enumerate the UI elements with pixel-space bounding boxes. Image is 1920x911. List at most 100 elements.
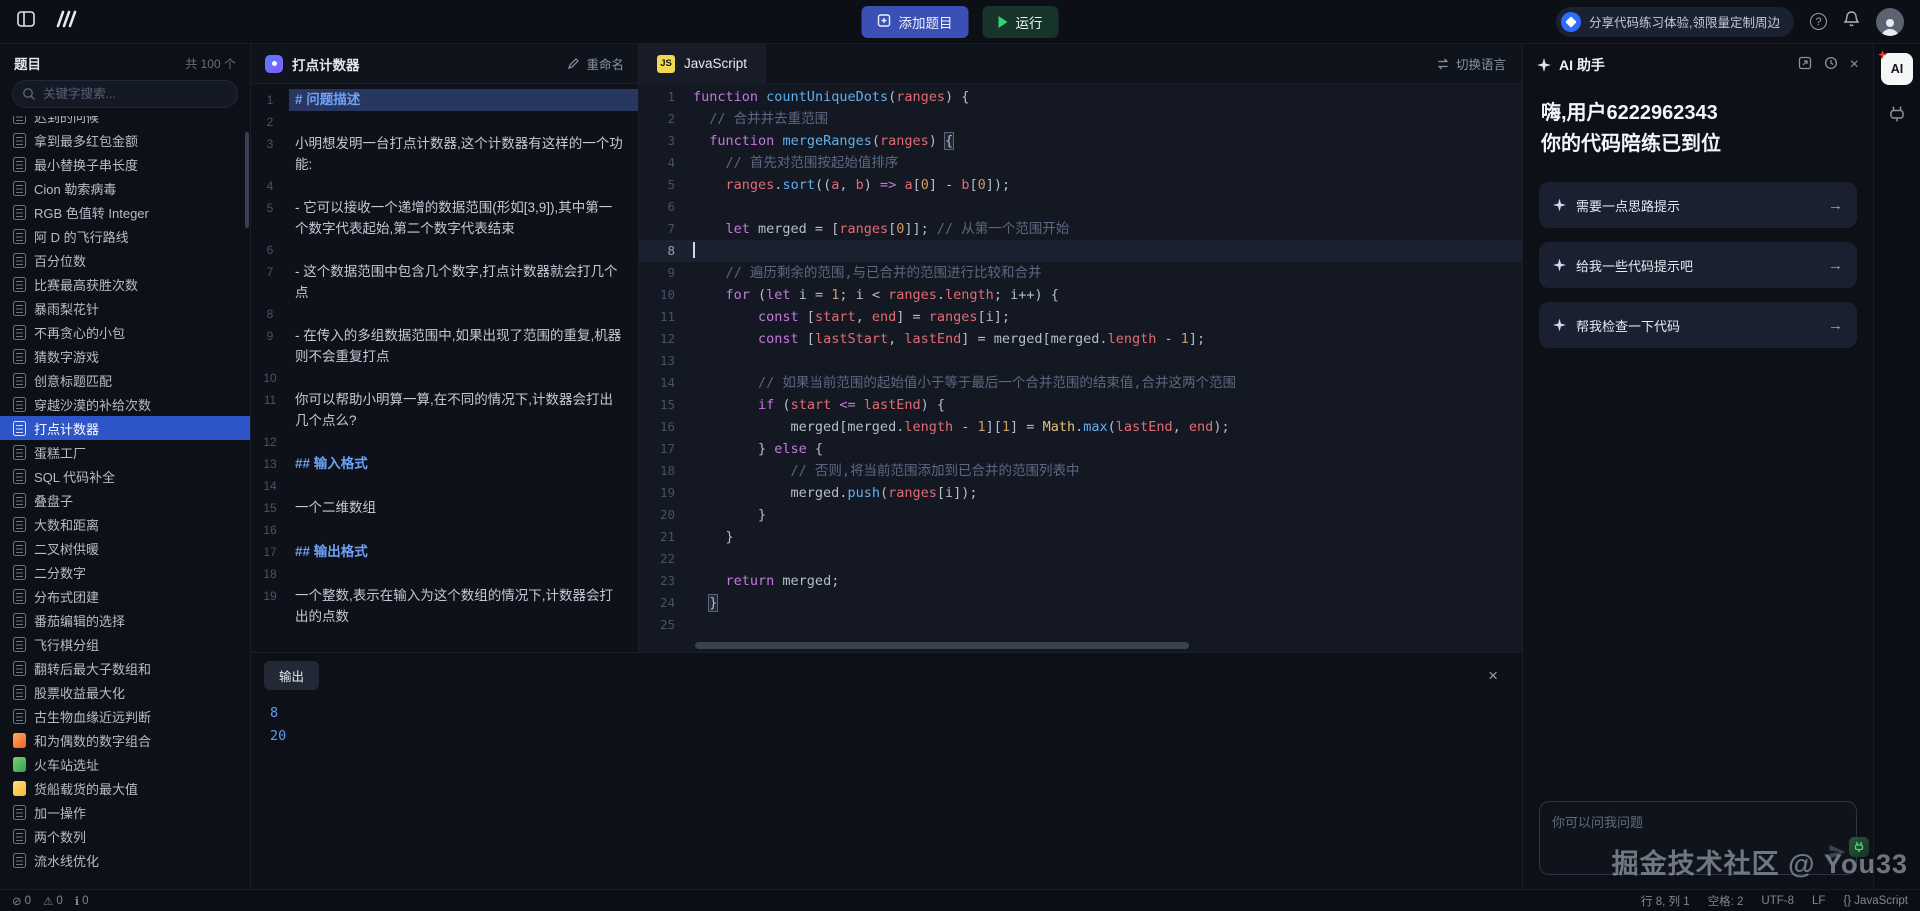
code-line[interactable]: 9 // 遍历剩余的范围,与已合并的范围进行比较和合并: [639, 262, 1522, 284]
markdown-line[interactable]: 9- 在传入的多组数据范围中,如果出现了范围的重复,机器则不会重复打点: [251, 325, 638, 367]
sidebar-item[interactable]: 阿 D 的飞行路线: [0, 224, 250, 248]
code-line[interactable]: 19 merged.push(ranges[i]);: [639, 482, 1522, 504]
sidebar-item[interactable]: 加一操作: [0, 800, 250, 824]
status-item[interactable]: LF: [1812, 895, 1825, 907]
sidebar-item[interactable]: 创意标题匹配: [0, 368, 250, 392]
code-line[interactable]: 17 } else {: [639, 438, 1522, 460]
sidebar-item[interactable]: 拿到最多红包金额: [0, 128, 250, 152]
sidebar-item[interactable]: 和为偶数的数字组合: [0, 728, 250, 752]
code-line[interactable]: 7 let merged = [ranges[0]]; // 从第一个范围开始: [639, 218, 1522, 240]
search-input[interactable]: [12, 80, 238, 108]
send-icon[interactable]: [1827, 842, 1847, 867]
markdown-body[interactable]: 1# 问题描述23小明想发明一台打点计数器,这个计数器有这样的一个功能:45- …: [251, 84, 638, 652]
code-line[interactable]: 23 return merged;: [639, 570, 1522, 592]
user-avatar[interactable]: [1876, 8, 1904, 36]
code-line[interactable]: 21 }: [639, 526, 1522, 548]
status-item[interactable]: UTF-8: [1761, 895, 1794, 907]
sidebar-item[interactable]: 二分数字: [0, 560, 250, 584]
markdown-line[interactable]: 4: [251, 175, 638, 197]
output-tab[interactable]: 输出: [264, 661, 319, 690]
code-line[interactable]: 2 // 合并并去重范围: [639, 108, 1522, 130]
markdown-line[interactable]: 14: [251, 475, 638, 497]
sidebar-scrollbar[interactable]: [245, 132, 249, 228]
markdown-line[interactable]: 12: [251, 431, 638, 453]
open-window-icon[interactable]: [1798, 56, 1812, 75]
sidebar-item[interactable]: 大数和距离: [0, 512, 250, 536]
ai-close-icon[interactable]: ×: [1850, 56, 1859, 74]
status-item[interactable]: 行 8, 列 1: [1641, 893, 1690, 909]
markdown-line[interactable]: 6: [251, 239, 638, 261]
sidebar-item[interactable]: 货船载货的最大值: [0, 776, 250, 800]
code-line[interactable]: 5 ranges.sort((a, b) => a[0] - b[0]);: [639, 174, 1522, 196]
output-close-icon[interactable]: ×: [1488, 667, 1498, 684]
markdown-line[interactable]: 19一个整数,表示在输入为这个数组的情况下,计数器会打出的点数: [251, 585, 638, 627]
ai-suggestion-card[interactable]: 帮我检查一下代码→: [1539, 302, 1857, 348]
markdown-line[interactable]: 18: [251, 563, 638, 585]
code-line[interactable]: 6: [639, 196, 1522, 218]
plugin-shortcut-icon[interactable]: [1849, 837, 1869, 857]
history-icon[interactable]: [1824, 56, 1838, 75]
bell-icon[interactable]: [1843, 10, 1860, 33]
horizontal-scrollbar[interactable]: [695, 642, 1189, 649]
markdown-line[interactable]: 2: [251, 111, 638, 133]
sidebar-item[interactable]: 分布式团建: [0, 584, 250, 608]
markdown-line[interactable]: 3小明想发明一台打点计数器,这个计数器有这样的一个功能:: [251, 133, 638, 175]
status-item[interactable]: 空格: 2: [1708, 893, 1744, 909]
markdown-line[interactable]: 5- 它可以接收一个递增的数据范围(形如[3,9]),其中第一个数字代表起始,第…: [251, 197, 638, 239]
switch-language-button[interactable]: 切换语言: [1436, 54, 1522, 73]
markdown-line[interactable]: 7- 这个数据范围中包含几个数字,打点计数器就会打几个点: [251, 261, 638, 303]
code-line[interactable]: 20 }: [639, 504, 1522, 526]
promo-banner[interactable]: 分享代码练习体验,领限量定制周边: [1556, 7, 1794, 37]
ai-assistant-launcher[interactable]: AI: [1881, 53, 1913, 85]
code-line[interactable]: 18 // 否则,将当前范围添加到已合并的范围列表中: [639, 460, 1522, 482]
code-line[interactable]: 22: [639, 548, 1522, 570]
code-line[interactable]: 24 }: [639, 592, 1522, 614]
code-line[interactable]: 12 const [lastStart, lastEnd] = merged[m…: [639, 328, 1522, 350]
tab-javascript[interactable]: JS JavaScript: [639, 44, 766, 84]
sidebar-item[interactable]: 最小替换子串长度: [0, 152, 250, 176]
code-line[interactable]: 3 function mergeRanges(ranges) {: [639, 130, 1522, 152]
code-line[interactable]: 8: [639, 240, 1522, 262]
sidebar-item[interactable]: 股票收益最大化: [0, 680, 250, 704]
problem-tab[interactable]: 打点计数器: [251, 54, 360, 74]
sidebar-item[interactable]: SQL 代码补全: [0, 464, 250, 488]
code-line[interactable]: 10 for (let i = 1; i < ranges.length; i+…: [639, 284, 1522, 306]
markdown-line[interactable]: 1# 问题描述: [251, 89, 638, 111]
ai-suggestion-card[interactable]: 给我一些代码提示吧→: [1539, 242, 1857, 288]
code-line[interactable]: 13: [639, 350, 1522, 372]
code-line[interactable]: 25: [639, 614, 1522, 636]
ai-suggestion-card[interactable]: 需要一点思路提示→: [1539, 182, 1857, 228]
sidebar-item[interactable]: 二叉树供暖: [0, 536, 250, 560]
run-button[interactable]: 运行: [983, 6, 1059, 38]
status-item[interactable]: {} JavaScript: [1843, 895, 1908, 907]
plugin-icon[interactable]: [1882, 99, 1912, 129]
sidebar-item[interactable]: RGB 色值转 Integer: [0, 200, 250, 224]
sidebar-item[interactable]: 番茄编辑的选择: [0, 608, 250, 632]
sidebar-item[interactable]: 飞行棋分组: [0, 632, 250, 656]
app-logo-icon[interactable]: [52, 9, 78, 34]
markdown-line[interactable]: 13## 输入格式: [251, 453, 638, 475]
code-line[interactable]: 1function countUniqueDots(ranges) {: [639, 86, 1522, 108]
markdown-line[interactable]: 16: [251, 519, 638, 541]
ai-question-input[interactable]: [1540, 802, 1856, 874]
help-icon[interactable]: ?: [1810, 13, 1827, 30]
sidebar-toggle-icon[interactable]: [16, 9, 36, 34]
sidebar-item[interactable]: 迟到的问候: [0, 116, 250, 128]
markdown-line[interactable]: 15一个二维数组: [251, 497, 638, 519]
sidebar-item[interactable]: 翻转后最大子数组和: [0, 656, 250, 680]
code-line[interactable]: 15 if (start <= lastEnd) {: [639, 394, 1522, 416]
sidebar-item[interactable]: 流水线优化: [0, 848, 250, 872]
sidebar-item[interactable]: 火车站选址: [0, 752, 250, 776]
rename-button[interactable]: 重命名: [567, 54, 638, 73]
sidebar-item[interactable]: 两个数列: [0, 824, 250, 848]
sidebar-item[interactable]: 不再贪心的小包: [0, 320, 250, 344]
sidebar-item[interactable]: 叠盘子: [0, 488, 250, 512]
code-line[interactable]: 16 merged[merged.length - 1][1] = Math.m…: [639, 416, 1522, 438]
sidebar-item[interactable]: 暴雨梨花针: [0, 296, 250, 320]
add-problem-button[interactable]: 添加题目: [862, 6, 969, 38]
sidebar-item[interactable]: 猜数字游戏: [0, 344, 250, 368]
sidebar-item[interactable]: 古生物血缘近远判断: [0, 704, 250, 728]
markdown-line[interactable]: 11你可以帮助小明算一算,在不同的情况下,计数器会打出几个点么?: [251, 389, 638, 431]
markdown-line[interactable]: 10: [251, 367, 638, 389]
sidebar-item[interactable]: Cion 勒索病毒: [0, 176, 250, 200]
